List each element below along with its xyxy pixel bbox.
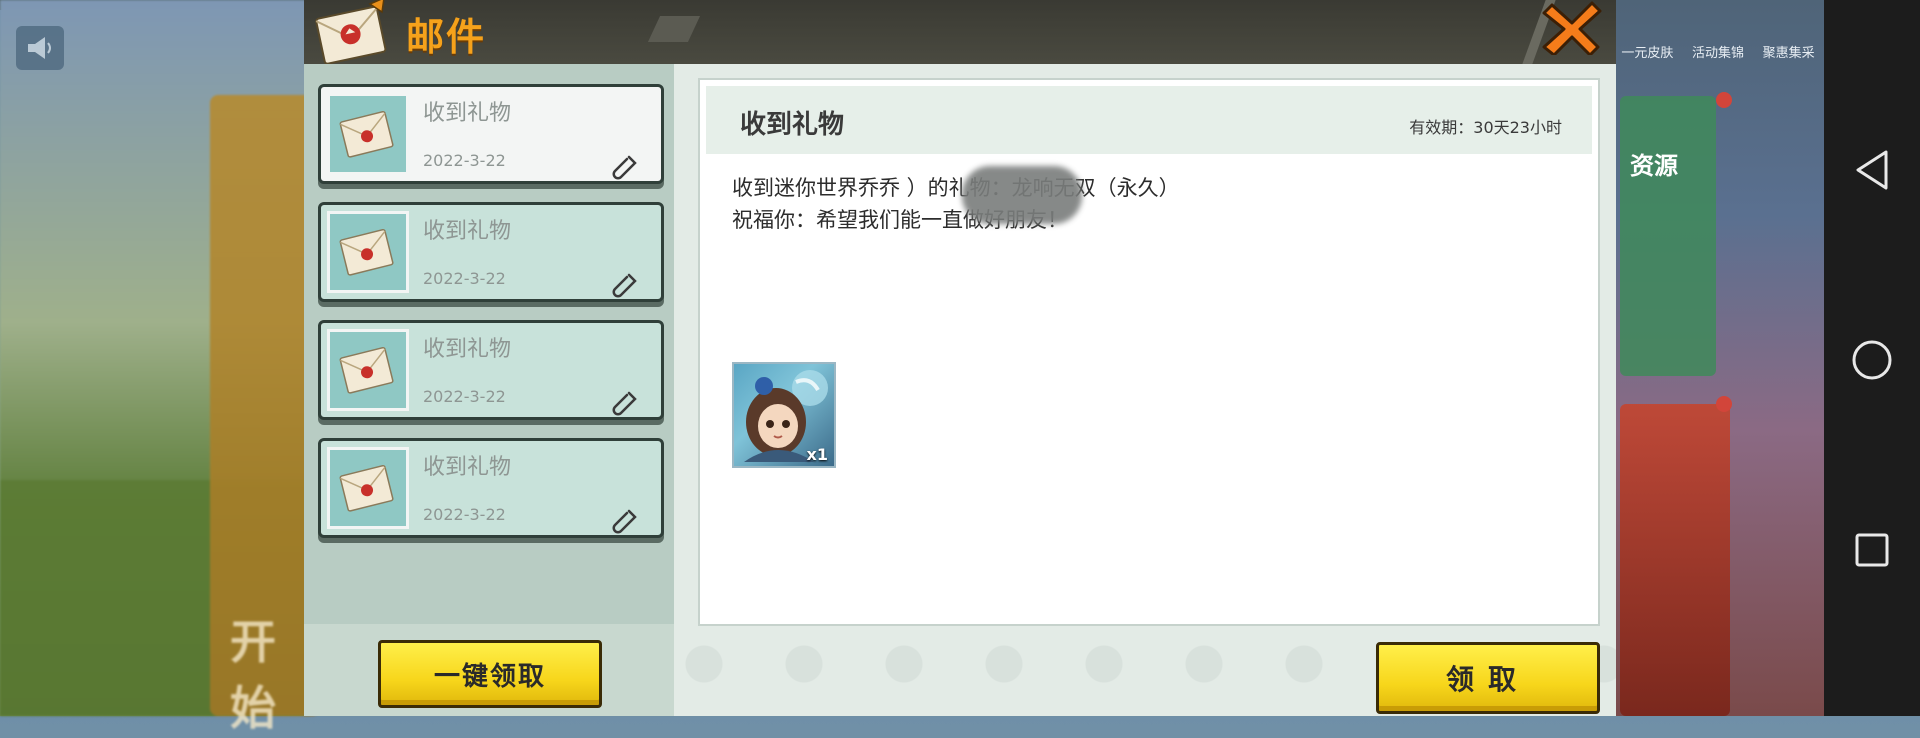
mail-item-title: 收到礼物 xyxy=(423,219,512,244)
announcement-speaker-icon[interactable] xyxy=(16,26,64,70)
close-icon xyxy=(1542,1,1602,55)
mail-list-item[interactable]: 收到礼物 2022-3-22 xyxy=(318,202,664,302)
mail-thumbnail xyxy=(327,329,409,411)
notification-dot xyxy=(1716,396,1732,412)
mail-window-title: 邮件 xyxy=(406,15,487,59)
envelope-icon xyxy=(339,464,394,512)
recents-square-icon[interactable] xyxy=(1848,526,1896,574)
home-circle-icon[interactable] xyxy=(1848,336,1896,384)
mail-message-line: 收到迷你世界乔乔 ）的礼物：龙响无双（永久） xyxy=(732,176,1180,200)
mail-detail-header: 收到礼物 有效期：30天23小时 xyxy=(706,86,1592,154)
mail-item-date: 2022-3-22 xyxy=(423,269,506,288)
envelope-icon xyxy=(312,0,392,68)
mail-detail-pane: 收到礼物 有效期：30天23小时 收到迷你世界乔乔 ）的礼物：龙响无双（永久） … xyxy=(674,64,1616,716)
title-bar-decoration xyxy=(647,16,701,42)
background-scene-right: 一元皮肤 活动集锦 聚惠集采 资源 xyxy=(1612,0,1824,716)
android-nav-bar xyxy=(1824,0,1920,716)
mail-thumbnail xyxy=(327,211,409,293)
close-button[interactable] xyxy=(1540,0,1604,56)
mail-thumbnail xyxy=(327,93,409,175)
mail-list-item[interactable]: 收到礼物 2022-3-22 xyxy=(318,320,664,420)
validity-label: 有效期：30天23小时 xyxy=(1409,118,1562,137)
mail-list-item[interactable]: 收到礼物 2022-3-22 xyxy=(318,438,664,538)
mail-title-bar: 邮件 xyxy=(304,0,1616,65)
mail-item-date: 2022-3-22 xyxy=(423,505,506,524)
mail-detail-card: 收到礼物 有效期：30天23小时 收到迷你世界乔乔 ）的礼物：龙响无双（永久） … xyxy=(698,78,1600,626)
background-resource-tile[interactable] xyxy=(1620,96,1716,376)
mail-list-pane: 收到礼物 2022-3-22 收到礼物 2022-3-22 收到礼物 2022-… xyxy=(304,64,674,716)
envelope-icon xyxy=(339,228,394,276)
attachment-icon xyxy=(609,387,641,419)
background-scene-left: 开始 xyxy=(0,0,320,735)
background-resource-label: 资源 xyxy=(1630,152,1678,180)
background-label[interactable]: 一元皮肤 xyxy=(1621,42,1673,61)
mail-item-title: 收到礼物 xyxy=(423,101,512,126)
claim-all-button[interactable]: 一键领取 xyxy=(378,640,602,708)
background-open-text: 开始 xyxy=(230,615,276,735)
attachment-icon xyxy=(609,151,641,183)
notification-dot xyxy=(1716,92,1732,108)
gift-quantity: x1 xyxy=(806,445,828,464)
background-label[interactable]: 聚惠集采 xyxy=(1763,42,1815,61)
mail-item-date: 2022-3-22 xyxy=(423,387,506,406)
background-label[interactable]: 活动集锦 xyxy=(1692,42,1744,61)
mail-list-item[interactable]: 收到礼物 2022-3-22 xyxy=(318,84,664,184)
mail-thumbnail xyxy=(327,447,409,529)
envelope-icon xyxy=(339,110,394,158)
mail-detail-title: 收到礼物 xyxy=(740,110,845,140)
back-triangle-icon[interactable] xyxy=(1848,146,1896,194)
redaction-blur xyxy=(962,166,1082,224)
mail-item-title: 收到礼物 xyxy=(423,455,512,480)
background-top-labels: 一元皮肤 活动集锦 聚惠集采 xyxy=(1612,42,1824,61)
background-hero-tile[interactable] xyxy=(1620,404,1730,716)
gift-item-slot[interactable]: x1 xyxy=(732,362,836,468)
attachment-icon xyxy=(609,505,641,537)
attachment-icon xyxy=(609,269,641,301)
mail-window: 邮件 收到礼物 2022-3-22 收到礼物 2022-3-22 收到礼物 20… xyxy=(304,0,1616,716)
envelope-icon xyxy=(339,346,394,394)
claim-button[interactable]: 领取 xyxy=(1376,642,1600,714)
mail-item-title: 收到礼物 xyxy=(423,337,512,362)
mail-item-date: 2022-3-22 xyxy=(423,151,506,170)
